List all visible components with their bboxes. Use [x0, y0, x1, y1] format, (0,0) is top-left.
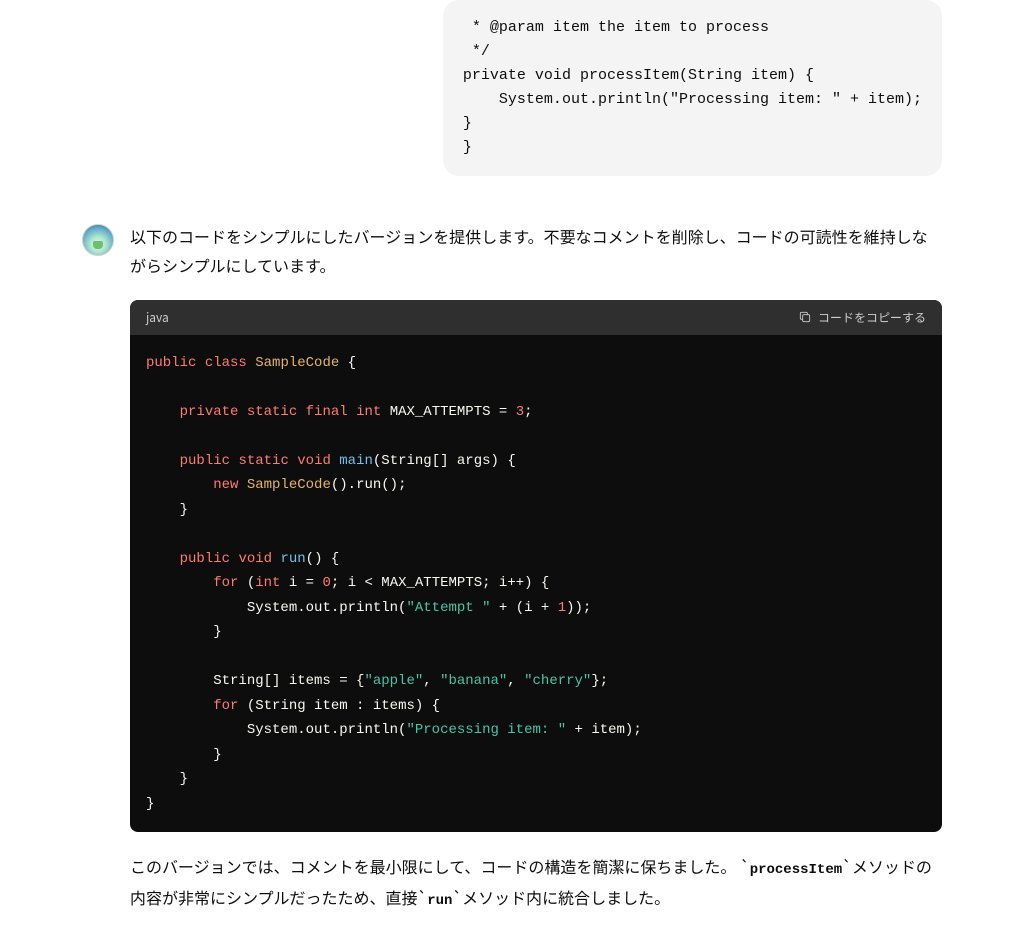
user-code-bubble: * @param item the item to process */ pri… — [443, 0, 942, 176]
explain-part-3: メソッド内に統合しました。 — [462, 885, 670, 909]
assistant-message: 以下のコードをシンプルにしたバージョンを提供します。不要なコメントを削除し、コー… — [82, 208, 942, 915]
assistant-intro-text: 以下のコードをシンプルにしたバージョンを提供します。不要なコメントを削除し、コー… — [130, 222, 942, 280]
assistant-avatar — [82, 224, 114, 256]
inline-code-processitem: processItem — [750, 862, 842, 878]
code-header: java コードをコピーする — [130, 300, 942, 335]
code-block: java コードをコピーする public class SampleCode {… — [130, 300, 942, 833]
explain-part-1: このバージョンでは、コメントを最小限にして、コードの構造を簡潔に保ちました。 — [130, 854, 736, 878]
user-message: * @param item the item to process */ pri… — [82, 0, 942, 176]
code-language-label: java — [146, 308, 169, 327]
copy-icon — [798, 310, 812, 324]
copy-code-label: コードをコピーする — [818, 309, 926, 326]
inline-code-run: run — [427, 893, 452, 909]
assistant-explanation: このバージョンでは、コメントを最小限にして、コードの構造を簡潔に保ちました。 `… — [130, 852, 942, 914]
code-body[interactable]: public class SampleCode { private static… — [130, 335, 942, 833]
copy-code-button[interactable]: コードをコピーする — [798, 309, 926, 326]
